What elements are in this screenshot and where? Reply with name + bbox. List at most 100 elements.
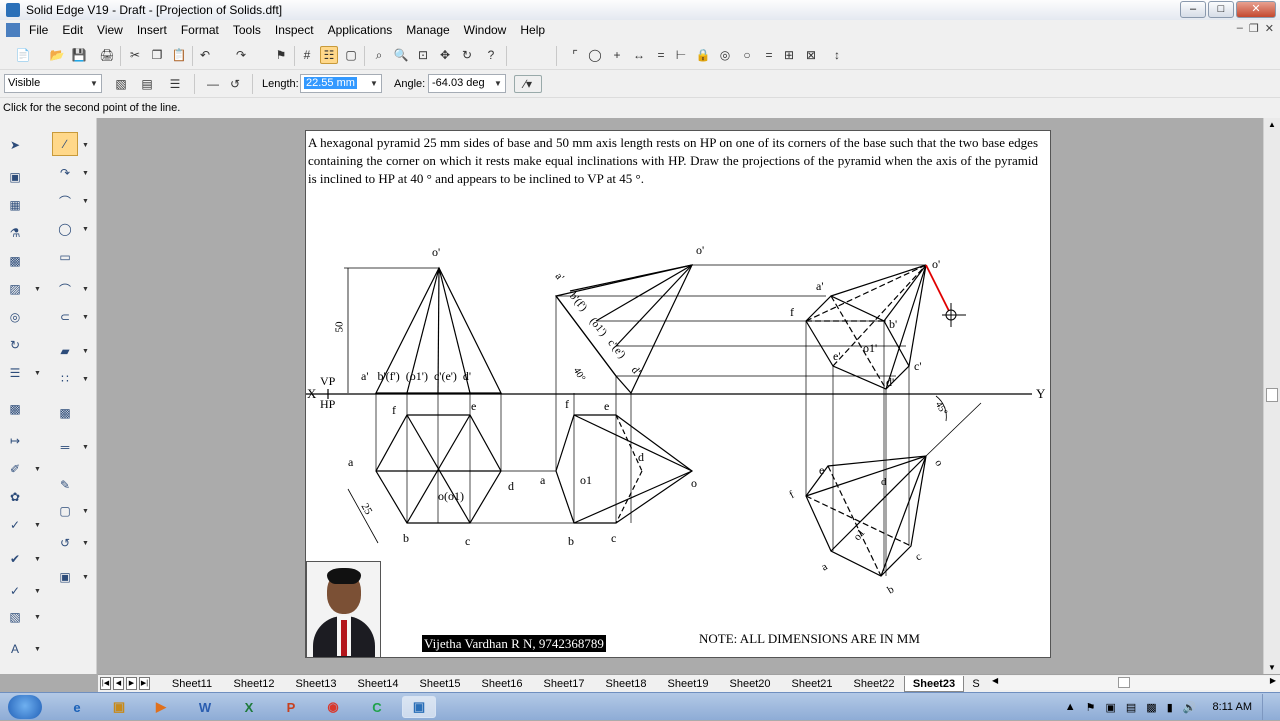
- principal-view-icon[interactable]: ▦: [6, 196, 24, 214]
- tab-sheet13[interactable]: Sheet13: [286, 676, 346, 692]
- scroll-right-icon[interactable]: ▶: [1270, 676, 1276, 685]
- tab-sheet18[interactable]: Sheet18: [596, 676, 656, 692]
- scroll-thumb[interactable]: [1266, 388, 1278, 402]
- text-tool-icon[interactable]: A: [6, 640, 24, 658]
- horizontal-icon[interactable]: ↔: [630, 46, 648, 64]
- menu-tools[interactable]: Tools: [226, 23, 268, 37]
- powerpoint-icon[interactable]: P: [274, 696, 308, 718]
- print-icon[interactable]: 🖨: [98, 46, 116, 64]
- line-mode-icon[interactable]: —: [204, 75, 222, 93]
- line-projection-icon[interactable]: ∕▾: [514, 75, 542, 93]
- update-views-icon[interactable]: ↻: [6, 336, 24, 354]
- select-pointer-icon[interactable]: ➤: [6, 136, 24, 154]
- annotation-tool-icon[interactable]: ═: [56, 438, 74, 456]
- tab-sheet17[interactable]: Sheet17: [534, 676, 594, 692]
- grid-icon[interactable]: #: [298, 46, 316, 64]
- tray-arrow-icon[interactable]: ▲: [1065, 701, 1076, 713]
- parallel-icon[interactable]: =: [652, 46, 670, 64]
- next-sheet-button[interactable]: ▶: [126, 677, 137, 690]
- explorer-folder-icon[interactable]: ▣: [102, 696, 136, 718]
- help-pointer-icon[interactable]: ?: [482, 46, 500, 64]
- weld-symbol-icon[interactable]: ✓: [6, 516, 24, 534]
- word-icon[interactable]: W: [188, 696, 222, 718]
- collinear-icon[interactable]: ⊠: [802, 46, 820, 64]
- hscroll-thumb[interactable]: [1118, 677, 1130, 688]
- flag-icon[interactable]: ⚑: [272, 46, 290, 64]
- fit-icon[interactable]: ⊡: [414, 46, 432, 64]
- tab-sheet23[interactable]: Sheet23: [904, 676, 964, 692]
- dimension-tool-icon[interactable]: ↦: [6, 432, 24, 450]
- undo-icon[interactable]: ↶: [196, 46, 214, 64]
- pattern-tool-icon[interactable]: ∷: [56, 370, 74, 388]
- tab-sheet22[interactable]: Sheet22: [844, 676, 904, 692]
- tab-sheet15[interactable]: Sheet15: [410, 676, 470, 692]
- tray-network-icon[interactable]: ▮: [1167, 701, 1173, 714]
- dimension-icon[interactable]: ↕: [828, 46, 846, 64]
- paste-icon[interactable]: 📋: [170, 46, 188, 64]
- concentric-icon[interactable]: ◎: [716, 46, 734, 64]
- trim-tool-icon[interactable]: ⊂: [56, 308, 74, 326]
- move-tool-icon[interactable]: ▣: [56, 568, 74, 586]
- circle-tool-icon[interactable]: ◯: [56, 220, 74, 238]
- first-sheet-button[interactable]: |◀: [100, 677, 111, 690]
- menu-window[interactable]: Window: [457, 23, 514, 37]
- open-folder-icon[interactable]: 📂: [48, 46, 66, 64]
- line-type-icon[interactable]: ▤: [138, 75, 156, 93]
- menu-inspect[interactable]: Inspect: [268, 23, 321, 37]
- doc-restore-button[interactable]: ❐: [1249, 22, 1259, 35]
- minimize-button[interactable]: –: [1180, 1, 1206, 18]
- doc-minimize-button[interactable]: –: [1237, 22, 1243, 35]
- prev-sheet-button[interactable]: ◀: [113, 677, 124, 690]
- menu-file[interactable]: File: [22, 23, 55, 37]
- connect-icon[interactable]: +: [608, 46, 626, 64]
- tangent-icon[interactable]: ◯: [586, 46, 604, 64]
- chrome-icon[interactable]: ◉: [316, 696, 350, 718]
- start-button[interactable]: [8, 695, 42, 719]
- close-button[interactable]: ✕: [1236, 1, 1276, 18]
- horizontal-scrollbar[interactable]: ◀ ▶: [990, 676, 1280, 690]
- media-player-icon[interactable]: ▶: [144, 696, 178, 718]
- tray-app-icon[interactable]: ▣: [1105, 701, 1115, 714]
- tab-sheet21[interactable]: Sheet21: [782, 676, 842, 692]
- broken-view-icon[interactable]: ◎: [6, 308, 24, 326]
- drawing-sheet[interactable]: A hexagonal pyramid 25 mm sides of base …: [305, 130, 1051, 658]
- snap-icon[interactable]: ☷: [320, 46, 338, 64]
- scroll-left-icon[interactable]: ◀: [992, 676, 998, 685]
- cut-icon[interactable]: ✂: [126, 46, 144, 64]
- line-width-icon[interactable]: ☰: [166, 75, 184, 93]
- intellisketch-icon[interactable]: ▢: [342, 46, 360, 64]
- doc-close-button[interactable]: ✕: [1265, 22, 1274, 35]
- tray-flag-icon[interactable]: ⚑: [1086, 701, 1096, 714]
- line-color-icon[interactable]: ▧: [112, 75, 130, 93]
- maximize-button[interactable]: □: [1208, 1, 1234, 18]
- auxiliary-view-icon[interactable]: ⚗: [6, 224, 24, 242]
- internet-explorer-icon[interactable]: e: [60, 696, 94, 718]
- copy-icon[interactable]: ❐: [148, 46, 166, 64]
- angle-input[interactable]: -64.03 deg ▼: [428, 74, 506, 93]
- perpendicular-icon[interactable]: ⊢: [672, 46, 690, 64]
- menu-view[interactable]: View: [90, 23, 130, 37]
- rotate-tool-icon[interactable]: ↺: [56, 534, 74, 552]
- tray-volume-icon[interactable]: 🔊: [1183, 701, 1197, 714]
- tab-sheet16[interactable]: Sheet16: [472, 676, 532, 692]
- menu-format[interactable]: Format: [174, 23, 226, 37]
- curve-tool-icon[interactable]: ↷: [56, 164, 74, 182]
- menu-insert[interactable]: Insert: [130, 23, 174, 37]
- menu-help[interactable]: Help: [513, 23, 552, 37]
- symmetric-icon[interactable]: ⊞: [780, 46, 798, 64]
- tray-monitor-icon[interactable]: ▩: [1146, 701, 1156, 714]
- last-sheet-button[interactable]: ▶|: [139, 677, 150, 690]
- arc-mode-icon[interactable]: ↺: [226, 75, 244, 93]
- edit-tool-icon[interactable]: ✎: [56, 476, 74, 494]
- tab-sheet11[interactable]: Sheet11: [162, 676, 222, 692]
- menu-applications[interactable]: Applications: [321, 23, 400, 37]
- menu-edit[interactable]: Edit: [55, 23, 90, 37]
- solid-edge-task-icon[interactable]: ▣: [402, 696, 436, 718]
- detail-view-icon[interactable]: ▨: [6, 280, 24, 298]
- vertical-scrollbar[interactable]: ▲ ▼: [1263, 118, 1280, 674]
- save-icon[interactable]: 💾: [70, 46, 88, 64]
- fill-tool-icon[interactable]: ▩: [56, 404, 74, 422]
- surface-texture-icon[interactable]: ✔: [6, 550, 24, 568]
- tab-sheet20[interactable]: Sheet20: [720, 676, 780, 692]
- scroll-down-icon[interactable]: ▼: [1268, 663, 1276, 672]
